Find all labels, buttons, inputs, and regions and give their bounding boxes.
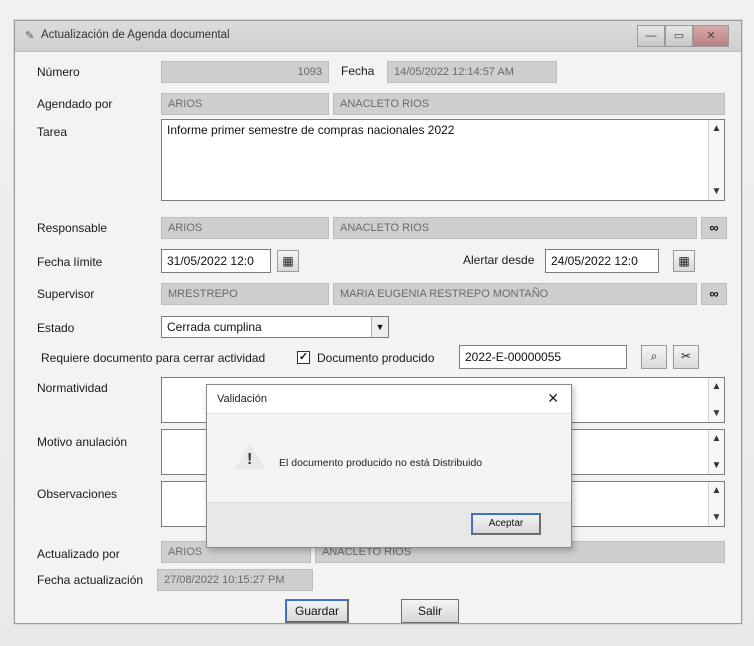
close-window-button[interactable]: ✕ — [693, 25, 729, 47]
scroll-up-icon[interactable]: ▲ — [709, 485, 724, 496]
supervisor-label: Supervisor — [37, 287, 95, 301]
dialog-footer: Aceptar — [207, 502, 571, 547]
warning-exclamation-icon: ! — [247, 451, 253, 468]
tarea-scrollbar[interactable]: ▲ ▼ — [708, 120, 724, 200]
validation-dialog: Validación ✕ ! El documento producido no… — [206, 384, 572, 548]
fecha-limite-calendar-button[interactable]: ▦ — [277, 250, 299, 272]
scroll-down-icon[interactable]: ▼ — [709, 460, 724, 471]
agendado-por-label: Agendado por — [37, 97, 113, 111]
tarea-label: Tarea — [37, 125, 68, 139]
fecha-actualizacion-field: 27/08/2022 10:15:27 PM — [157, 569, 313, 591]
agendado-por-user-field: ARIOS — [161, 93, 329, 115]
minimize-button[interactable]: — — [637, 25, 665, 47]
motivo-anulacion-label: Motivo anulación — [37, 435, 128, 449]
calendar-icon: ▦ — [678, 254, 690, 268]
normatividad-label: Normatividad — [37, 381, 108, 395]
agendado-por-name-field: ANACLETO RIOS — [333, 93, 725, 115]
search-document-icon: ⌕ — [650, 349, 658, 363]
actualizado-por-label: Actualizado por — [37, 547, 120, 561]
tarea-textarea[interactable]: Informe primer semestre de compras nacio… — [161, 119, 725, 201]
scroll-up-icon[interactable]: ▲ — [709, 433, 724, 444]
tools-icon: ✂ — [680, 349, 692, 363]
dialog-title: Validación — [217, 393, 267, 405]
scroll-down-icon[interactable]: ▼ — [709, 186, 724, 197]
responsable-user-field: ARIOS — [161, 217, 329, 239]
estado-value: Cerrada cumplina — [167, 320, 262, 334]
tarea-text: Informe primer semestre de compras nacio… — [167, 123, 455, 137]
motivo-anulacion-scrollbar[interactable]: ▲ ▼ — [708, 430, 724, 474]
calendar-icon: ▦ — [282, 254, 294, 268]
fecha-actualizacion-label: Fecha actualización — [37, 573, 144, 587]
estado-label: Estado — [37, 321, 75, 335]
scroll-down-icon[interactable]: ▼ — [709, 512, 724, 523]
alertar-desde-calendar-button[interactable]: ▦ — [673, 250, 695, 272]
aceptar-button[interactable]: Aceptar — [471, 513, 541, 535]
documento-producido-label: Documento producido — [317, 351, 435, 365]
scroll-up-icon[interactable]: ▲ — [709, 381, 724, 392]
responsable-label: Responsable — [37, 221, 108, 235]
fecha-limite-label: Fecha límite — [37, 255, 103, 269]
alertar-desde-input[interactable]: 24/05/2022 12:0 — [545, 249, 659, 273]
window-title: Actualización de Agenda documental — [41, 29, 230, 41]
responsable-name-field: ANACLETO RIOS — [333, 217, 697, 239]
supervisor-search-button[interactable]: ∞ — [701, 283, 727, 305]
window-app-icon: ✎ — [25, 30, 35, 42]
observaciones-scrollbar[interactable]: ▲ ▼ — [708, 482, 724, 526]
observaciones-label: Observaciones — [37, 487, 118, 501]
maximize-button[interactable]: ▭ — [665, 25, 693, 47]
alertar-desde-label: Alertar desde — [463, 253, 535, 267]
scroll-up-icon[interactable]: ▲ — [709, 123, 724, 134]
supervisor-name-field: MARIA EUGENIA RESTREPO MONTAÑO — [333, 283, 697, 305]
supervisor-user-field: MRESTREPO — [161, 283, 329, 305]
requiere-documento-checkbox[interactable]: ✓ — [297, 351, 310, 364]
binoculars-icon: ∞ — [709, 220, 719, 235]
numero-field: 1093 — [161, 61, 329, 83]
salir-button[interactable]: Salir — [401, 599, 459, 623]
numero-label: Número — [37, 65, 80, 79]
chevron-down-icon[interactable]: ▼ — [371, 317, 388, 337]
dialog-titlebar: Validación ✕ — [207, 385, 571, 414]
window-titlebar: ✎ Actualización de Agenda documental — ▭… — [15, 21, 741, 52]
buscar-documento-button[interactable]: ⌕ — [641, 345, 667, 369]
scroll-down-icon[interactable]: ▼ — [709, 408, 724, 419]
fecha-label: Fecha — [341, 64, 375, 78]
estado-select[interactable]: Cerrada cumplina ▼ — [161, 316, 389, 338]
binoculars-icon: ∞ — [709, 286, 719, 301]
guardar-button[interactable]: Guardar — [285, 599, 349, 623]
fecha-field: 14/05/2022 12:14:57 AM — [387, 61, 557, 83]
dialog-message: El documento producido no está Distribui… — [279, 457, 483, 469]
fecha-limite-input[interactable]: 31/05/2022 12:0 — [161, 249, 271, 273]
requiere-documento-label: Requiere documento para cerrar actividad — [41, 351, 266, 365]
documento-producido-input[interactable]: 2022-E-00000055 — [459, 345, 627, 369]
responsable-search-button[interactable]: ∞ — [701, 217, 727, 239]
normatividad-scrollbar[interactable]: ▲ ▼ — [708, 378, 724, 422]
herramientas-button[interactable]: ✂ — [673, 345, 699, 369]
close-icon[interactable]: ✕ — [547, 390, 559, 407]
